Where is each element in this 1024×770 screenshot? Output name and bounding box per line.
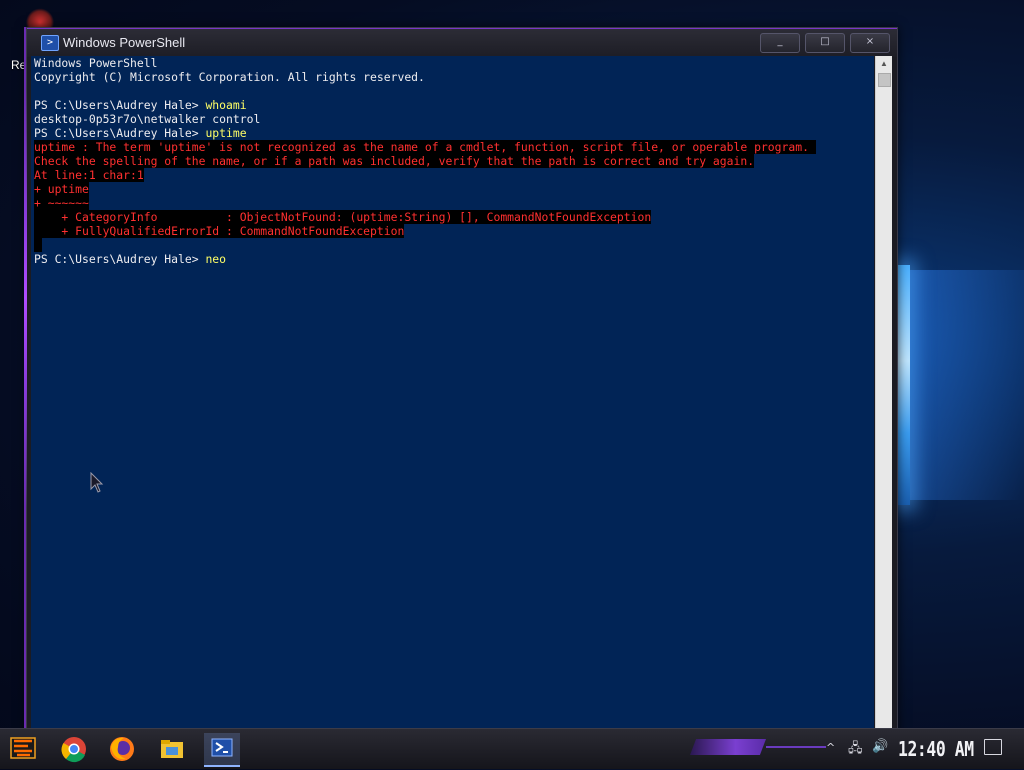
console-error-text: + uptime [34,182,89,196]
console-line: At line:1 char:1 [34,168,816,182]
console-line: + uptime [34,182,816,196]
powershell-window: > Windows PowerShell _ □ × Windows Power… [24,27,898,737]
title-bar[interactable]: > Windows PowerShell _ □ × [27,28,897,57]
firefox-icon[interactable] [106,733,140,765]
taskbar-accent-line [766,746,826,748]
desktop-wallpaper-glow [910,270,1024,500]
console-line: Copyright (C) Microsoft Corporation. All… [34,70,816,84]
scroll-up-arrow-icon[interactable]: ▲ [876,56,892,72]
window-title: Windows PowerShell [63,35,186,50]
console-line: PS C:\Users\Audrey Hale> whoami [34,98,816,112]
console-line: + CategoryInfo : ObjectNotFound: (uptime… [34,210,816,224]
file-explorer-icon[interactable] [156,733,190,765]
console-output-text: Windows PowerShell [34,56,158,70]
show-hidden-icons-chevron-icon[interactable]: ^ [826,741,835,754]
network-icon[interactable]: 🖧 [848,739,863,761]
powershell-icon: > [41,35,59,51]
console-error-text: + ~~~~~~ [34,196,89,210]
maximize-button[interactable]: □ [805,33,845,53]
console-error-text: + FullyQualifiedErrorId : CommandNotFoun… [34,224,405,238]
console-line [34,238,816,252]
console-output[interactable]: Windows PowerShell Copyright (C) Microsof… [31,56,874,730]
start-icon[interactable] [8,733,42,765]
taskbar-clock[interactable]: 12:40 AM [898,737,974,761]
console-output-text: desktop-0p53r7o\netwalker control [34,112,261,126]
mouse-pointer-icon [90,472,104,493]
scrollbar-thumb[interactable] [878,73,891,87]
vertical-scrollbar[interactable]: ▲ [875,56,892,730]
console-output-text: Copyright (C) Microsoft Corporation. All… [34,70,425,84]
console-line: Windows PowerShell [34,56,816,70]
minimize-button[interactable]: _ [760,33,800,53]
console-error-text: uptime : The term 'uptime' is not recogn… [34,140,816,154]
action-center-icon[interactable] [984,739,1002,755]
console-command: neo [205,252,227,266]
powershell-taskbar-icon[interactable] [204,733,240,767]
taskbar: ^ 🖧 🔊 12:40 AM [0,728,1024,769]
console-error-blank [34,238,42,252]
desktop-icon-label[interactable]: Re [11,58,26,72]
taskbar-accent-decoration [690,739,766,755]
console-prompt: PS C:\Users\Audrey Hale> [34,126,206,140]
console-error-text: At line:1 char:1 [34,168,144,182]
windows-logo-glow [896,265,910,505]
console-prompt: PS C:\Users\Audrey Hale> [34,98,206,112]
console-line: + FullyQualifiedErrorId : CommandNotFoun… [34,224,816,238]
console-line: desktop-0p53r7o\netwalker control [34,112,816,126]
console-error-text: + CategoryInfo : ObjectNotFound: (uptime… [34,210,652,224]
console-command: uptime [205,126,247,140]
console-line: Check the spelling of the name, or if a … [34,154,816,168]
volume-icon[interactable]: 🔊 [872,739,888,754]
console-line: uptime : The term 'uptime' is not recogn… [34,140,816,154]
close-button[interactable]: × [850,33,890,53]
console-line: PS C:\Users\Audrey Hale> neo [34,252,816,266]
console-command: whoami [205,98,247,112]
console-line: PS C:\Users\Audrey Hale> uptime [34,126,816,140]
console-prompt: PS C:\Users\Audrey Hale> [34,252,206,266]
console-text: Windows PowerShell Copyright (C) Microsof… [34,56,816,266]
console-error-text: Check the spelling of the name, or if a … [34,154,755,168]
console-line: + ~~~~~~ [34,196,816,210]
chrome-icon[interactable] [58,733,92,765]
